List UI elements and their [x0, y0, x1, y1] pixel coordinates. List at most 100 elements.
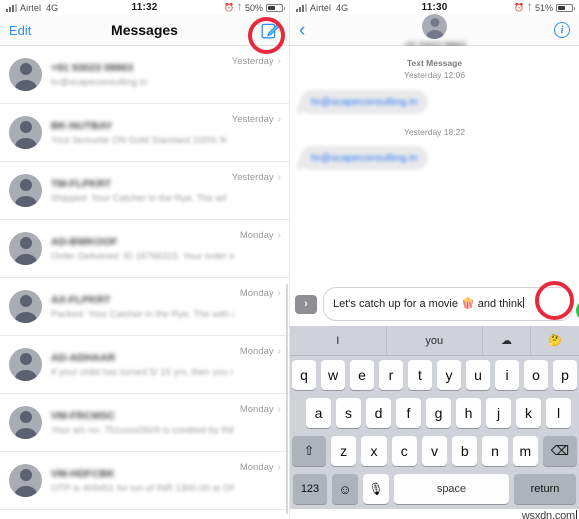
key-v[interactable]: v — [421, 436, 448, 466]
smiley-emoji-icon[interactable]: ☺ — [332, 474, 358, 504]
key-z[interactable]: z — [331, 436, 357, 466]
key-k[interactable]: k — [516, 398, 541, 428]
avatar — [9, 116, 42, 149]
list-item[interactable]: BK-NUTBAY Your favourite ON Gold Standar… — [0, 104, 289, 162]
message-row: hr@scapeconsulting.in — [296, 89, 569, 114]
microphone-icon[interactable]: 🎙 — [363, 474, 389, 504]
key-r[interactable]: r — [379, 360, 403, 390]
prediction-1[interactable]: I — [290, 326, 387, 355]
message-input-wrapper[interactable]: Let's catch up for a movie 🍿 and think 4… — [323, 287, 579, 321]
compose-bar: › Let's catch up for a movie 🍿 and think… — [290, 282, 579, 326]
sender-name: +91 93023 08863 — [51, 61, 134, 74]
timestamp: Monday — [239, 404, 274, 415]
key-e[interactable]: e — [350, 360, 374, 390]
avatar — [9, 406, 42, 439]
message-input-value: Let's catch up for a movie 🍿 and think — [333, 297, 523, 310]
sender-name: BK-NUTBAY — [51, 119, 113, 132]
compose-button[interactable] — [261, 21, 280, 40]
key-a[interactable]: a — [306, 398, 331, 428]
sender-name: VM-FRCMSC — [51, 409, 116, 422]
info-button[interactable]: i — [554, 22, 570, 38]
key-s[interactable]: s — [336, 398, 361, 428]
key-x[interactable]: x — [361, 436, 387, 466]
chat-peer-header[interactable]: +91 93023 08863 — [290, 14, 579, 50]
page-title: Messages — [111, 22, 178, 38]
chevron-right-icon: › — [277, 462, 281, 473]
chevron-right-icon: › — [277, 56, 281, 67]
timestamp-value: Yesterday 12:06 — [403, 70, 466, 81]
list-item[interactable]: TM-FLPKRT Shipped: Your Catcher in the R… — [0, 162, 289, 220]
avatar — [9, 290, 42, 323]
shift-up-arrow-icon[interactable]: ⇧ — [292, 436, 327, 466]
key-i[interactable]: i — [495, 360, 519, 390]
list-item[interactable]: AD-BWKOOF Order Delivered: ID 16766315. … — [0, 220, 289, 278]
prediction-4-emoji[interactable]: 🤔 — [531, 326, 579, 355]
chevron-right-icon: › — [277, 288, 281, 299]
list-item-body: VM-HDFCBK OTP is 409451 for txn of INR 1… — [51, 468, 234, 494]
prediction-3[interactable]: ☁ — [483, 326, 531, 355]
onscreen-keyboard: I you ☁ 🤔 q w e r t y u i o p a s d f g … — [290, 326, 579, 509]
key-h[interactable]: h — [456, 398, 481, 428]
list-item[interactable]: VM-HDFCBK OTP is 409451 for txn of INR 1… — [0, 452, 289, 510]
watermark: wsxdn.com — [522, 510, 577, 519]
key-w[interactable]: w — [321, 360, 345, 390]
avatar — [9, 348, 42, 381]
backspace-delete-icon[interactable]: ⌫ — [542, 436, 577, 466]
key-q[interactable]: q — [292, 360, 316, 390]
message-row: hr@scapeconsulting.in — [296, 145, 569, 170]
keyboard-row-4: 123 ☺ 🎙 space return — [290, 470, 579, 507]
chevron-right-icon: › — [277, 230, 281, 241]
conversation-list[interactable]: +91 93023 08863 hr@scapeconsulting.in Ye… — [0, 46, 289, 519]
list-item-meta: Yesterday › — [226, 114, 281, 125]
battery-icon — [556, 3, 575, 12]
list-item-body: +91 93023 08863 hr@scapeconsulting.in — [51, 62, 226, 88]
list-item-body: VM-FRCMSC Your a/c no. 751xxxx0509 is cr… — [51, 410, 234, 436]
numbers-key[interactable]: 123 — [293, 474, 327, 504]
key-g[interactable]: g — [426, 398, 451, 428]
message-input[interactable]: Let's catch up for a movie 🍿 and think — [333, 296, 525, 312]
key-l[interactable]: l — [546, 398, 571, 428]
key-o[interactable]: o — [524, 360, 548, 390]
prediction-2[interactable]: you — [387, 326, 483, 355]
key-p[interactable]: p — [553, 360, 577, 390]
list-item[interactable]: AD-ADHAAR If your child has turned 5/ 15… — [0, 336, 289, 394]
key-n[interactable]: n — [482, 436, 508, 466]
space-key[interactable]: space — [394, 474, 509, 504]
app-drawer-button[interactable]: › — [295, 294, 317, 314]
list-item[interactable]: VM-FRCMSC Your a/c no. 751xxxx0509 is cr… — [0, 394, 289, 452]
timestamp: Yesterday — [231, 114, 274, 125]
key-c[interactable]: c — [391, 436, 417, 466]
chevron-right-icon: › — [277, 172, 281, 183]
message-preview: Your a/c no. 751xxxx0509 is credited by … — [51, 424, 234, 436]
messages-navbar: Edit Messages — [0, 15, 289, 46]
list-item[interactable]: AX-FLPKRT Packed: Your Catcher in the Ry… — [0, 278, 289, 336]
message-bubble[interactable]: hr@scapeconsulting.in — [296, 89, 429, 114]
chat-navbar: ‹ +91 93023 08863 i — [290, 14, 579, 50]
key-y[interactable]: y — [437, 360, 461, 390]
list-item-meta: Monday › — [234, 404, 281, 415]
key-d[interactable]: d — [366, 398, 391, 428]
list-scrollbar[interactable] — [286, 284, 288, 514]
key-u[interactable]: u — [466, 360, 490, 390]
avatar — [9, 232, 42, 265]
timestamp: Monday — [239, 230, 274, 241]
list-item-meta: Monday › — [234, 288, 281, 299]
key-m[interactable]: m — [512, 436, 538, 466]
keyboard-row-1: q w e r t y u i o p — [290, 356, 579, 394]
key-t[interactable]: t — [408, 360, 432, 390]
thread-timestamp: Yesterday 18:22 — [300, 126, 569, 138]
key-j[interactable]: j — [486, 398, 511, 428]
chevron-right-icon: › — [277, 114, 281, 125]
left-status-bar: Airtel 4G 11:32 ⏰ ᛏ 50% — [0, 0, 289, 15]
key-f[interactable]: f — [396, 398, 421, 428]
list-item-body: AX-FLPKRT Packed: Your Catcher in the Ry… — [51, 294, 234, 320]
thread-timestamp: Text Message Yesterday 12:06 — [300, 57, 569, 82]
key-b[interactable]: b — [452, 436, 478, 466]
battery-icon — [266, 3, 285, 12]
return-key[interactable]: return — [514, 474, 576, 504]
list-item-meta: Monday › — [234, 230, 281, 241]
list-item-body: TM-FLPKRT Shipped: Your Catcher in the R… — [51, 178, 226, 204]
list-item-meta: Yesterday › — [226, 172, 281, 183]
message-bubble[interactable]: hr@scapeconsulting.in — [296, 145, 429, 170]
list-item[interactable]: +91 93023 08863 hr@scapeconsulting.in Ye… — [0, 46, 289, 104]
